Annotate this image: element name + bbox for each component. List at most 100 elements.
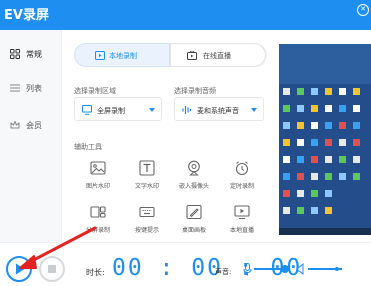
- tab-label: 本地录制: [109, 52, 137, 60]
- alarm-clock-icon: [235, 161, 249, 176]
- monitor-icon: [82, 105, 92, 115]
- sidebar-item-label: 会员: [26, 121, 42, 130]
- webcam-icon: [188, 160, 200, 176]
- desktop-icon: [339, 105, 346, 112]
- speaker-icon[interactable]: [296, 263, 306, 275]
- desktop-icon: [311, 105, 318, 112]
- tab-label: 在线直播: [203, 52, 231, 60]
- tool-label: 本地直播: [229, 227, 254, 234]
- desktop-icon: [339, 122, 346, 129]
- tool-label: 图片水印: [85, 183, 110, 190]
- desktop-icon: [325, 173, 332, 180]
- tool-desktop-drawing[interactable]: 桌面画板: [170, 204, 218, 240]
- tool-scheduled-record[interactable]: 定时录制: [218, 160, 266, 196]
- audio-label: 选择录制音频: [174, 87, 216, 95]
- microphone-icon[interactable]: [243, 263, 252, 276]
- tool-label: 分屏录制: [85, 227, 110, 234]
- sound-wave-icon: [182, 106, 192, 114]
- desktop-icon: [325, 105, 332, 112]
- screen-preview: [279, 44, 371, 235]
- tab-live-stream[interactable]: 在线直播: [170, 43, 266, 67]
- video-camera-icon: [95, 51, 105, 60]
- desktop-icon: [297, 156, 304, 163]
- desktop-icon: [325, 88, 332, 95]
- title-bar: EV录屏 ✕: [0, 0, 371, 30]
- area-select[interactable]: 全屏录制: [74, 97, 162, 121]
- audio-select[interactable]: 麦和系统声音: [174, 97, 264, 121]
- desktop-icon: [325, 122, 332, 129]
- area-value: 全屏录制: [97, 107, 125, 115]
- desktop-icon: [297, 105, 304, 112]
- split-screen-icon: [90, 206, 106, 218]
- desktop-icon: [283, 139, 290, 146]
- desktop-icon: [325, 156, 332, 163]
- desktop-icon: [311, 190, 318, 197]
- tool-label: 按键提示: [134, 227, 159, 234]
- sidebar-item-label: 常规: [26, 50, 42, 59]
- desktop-icon: [325, 207, 332, 214]
- desktop-icon: [339, 156, 346, 163]
- desktop-icon: [283, 122, 290, 129]
- speaker-volume-thumb[interactable]: [334, 267, 339, 271]
- desktop-icon: [297, 139, 304, 146]
- tool-split-screen[interactable]: 分屏录制: [74, 204, 122, 240]
- desktop-icon: [311, 139, 318, 146]
- sidebar-item-label: 列表: [26, 84, 42, 93]
- image-icon: [90, 161, 106, 175]
- sidebar-item-general[interactable]: 常规: [0, 43, 62, 67]
- desktop-icon: [353, 105, 360, 112]
- record-button[interactable]: [6, 256, 32, 282]
- tool-label: 桌面画板: [181, 227, 206, 234]
- grid-icon: [10, 49, 20, 59]
- desktop-icon: [353, 156, 360, 163]
- mic-volume-thumb[interactable]: [280, 265, 289, 273]
- monitor-icon: [234, 205, 250, 220]
- desktop-icon: [311, 207, 318, 214]
- desktop-icon: [325, 139, 332, 146]
- desktop-icon: [297, 88, 304, 95]
- tool-embed-camera[interactable]: 嵌入摄像头: [170, 160, 218, 196]
- audio-value: 麦和系统声音: [197, 107, 239, 115]
- chevron-down-icon: [251, 108, 257, 112]
- duration-label: 时长:: [86, 268, 105, 277]
- mode-tabs: 本地录制 在线直播: [74, 43, 267, 67]
- stop-button[interactable]: [39, 256, 65, 282]
- play-icon: [16, 263, 25, 275]
- chevron-down-icon: [149, 108, 155, 112]
- stop-icon: [48, 265, 56, 273]
- desktop-icon: [297, 190, 304, 197]
- tool-key-prompt[interactable]: 按键提示: [123, 204, 171, 240]
- tool-text-watermark[interactable]: 文字水印: [123, 160, 171, 196]
- desktop-icon: [311, 156, 318, 163]
- tool-label: 定时录制: [229, 183, 254, 190]
- desktop-icon: [311, 88, 318, 95]
- tool-label: 嵌入摄像头: [178, 183, 209, 190]
- volume-label: 声音:: [215, 268, 232, 276]
- desktop-icon: [283, 105, 290, 112]
- sidebar-item-list[interactable]: 列表: [0, 77, 62, 101]
- desktop-icon: [353, 173, 360, 180]
- desktop-icon: [339, 139, 346, 146]
- desktop-icon: [339, 173, 346, 180]
- close-icon[interactable]: ✕: [357, 4, 369, 16]
- sidebar-item-member[interactable]: 会员: [0, 114, 62, 138]
- desktop-icon: [339, 88, 346, 95]
- keyboard-icon: [139, 206, 155, 218]
- desktop-icon: [311, 122, 318, 129]
- desktop-icon: [283, 190, 290, 197]
- area-label: 选择录制区域: [74, 87, 116, 95]
- broadcast-icon: [187, 51, 197, 60]
- desktop-icon: [325, 190, 332, 197]
- tool-local-live[interactable]: 本地直播: [218, 204, 266, 240]
- crown-icon: [10, 121, 20, 129]
- desktop-preview-image: [279, 44, 371, 235]
- desktop-icon: [283, 173, 290, 180]
- tab-local-record[interactable]: 本地录制: [74, 43, 170, 67]
- desktop-icon: [283, 156, 290, 163]
- desktop-icon: [311, 173, 318, 180]
- desktop-icon: [353, 139, 360, 146]
- drawing-board-icon: [186, 204, 202, 220]
- tools-heading: 辅助工具: [74, 143, 102, 151]
- desktop-icon: [297, 173, 304, 180]
- tool-image-watermark[interactable]: 图片水印: [74, 160, 122, 196]
